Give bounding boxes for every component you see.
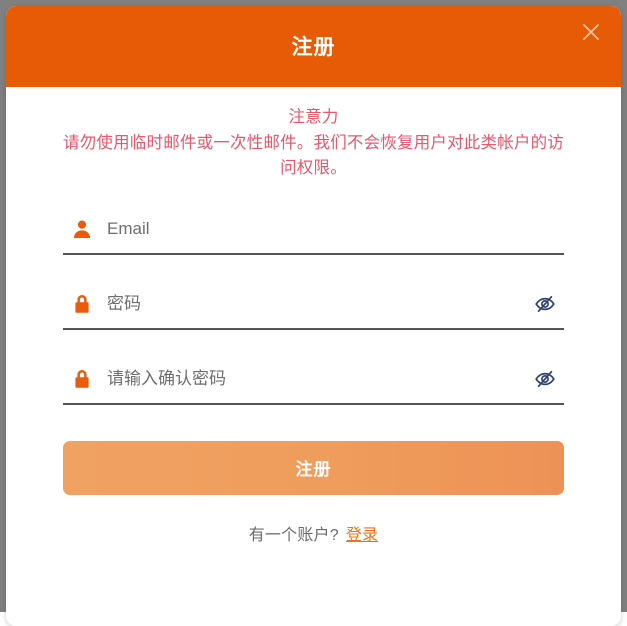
page-title: 注册	[291, 36, 336, 59]
email-input[interactable]	[107, 214, 564, 245]
password-field-row	[63, 281, 564, 330]
warning-text: 请勿使用临时邮件或一次性邮件。我们不会恢复用户对此类帐户的访问权限。	[63, 133, 564, 178]
user-icon	[71, 217, 93, 241]
login-prompt-text: 有一个账户?	[248, 526, 339, 544]
login-link[interactable]: 登录	[346, 527, 378, 544]
warning-heading: 注意力	[288, 108, 339, 126]
warning-message: 注意力 请勿使用临时邮件或一次性邮件。我们不会恢复用户对此类帐户的访问权限。	[63, 105, 564, 182]
eye-slash-icon[interactable]	[530, 289, 560, 319]
register-submit-button[interactable]: 注册	[63, 440, 564, 495]
lock-icon	[71, 292, 93, 316]
login-prompt: 有一个账户? 登录	[63, 521, 564, 545]
close-icon[interactable]	[575, 16, 607, 48]
modal-header: 注册	[6, 6, 621, 87]
register-modal: 注册 注意力 请勿使用临时邮件或一次性邮件。我们不会恢复用户对此类帐户的访问权限…	[6, 6, 621, 626]
modal-body: 注意力 请勿使用临时邮件或一次性邮件。我们不会恢复用户对此类帐户的访问权限。 E…	[6, 105, 621, 545]
confirm-password-field-row	[63, 356, 564, 405]
confirm-password-input[interactable]	[107, 364, 530, 395]
password-input[interactable]	[107, 289, 530, 320]
lock-icon	[71, 367, 93, 391]
email-field-row	[63, 206, 564, 255]
eye-slash-icon[interactable]	[530, 364, 560, 394]
